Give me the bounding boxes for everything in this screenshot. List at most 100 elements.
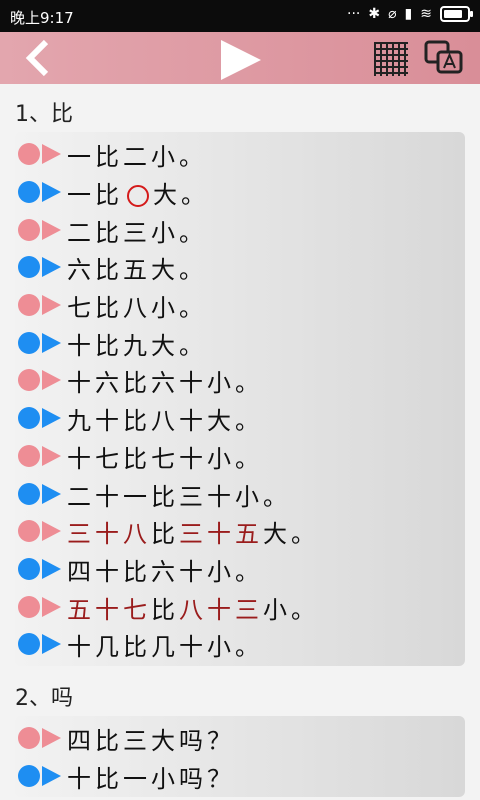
sentence-part: 大。 bbox=[153, 181, 209, 210]
status-time: 晚上9:17 bbox=[10, 9, 74, 27]
status-icons: ··· ✱ ⌀ ▮ ≋ bbox=[347, 6, 473, 22]
back-button[interactable] bbox=[20, 38, 60, 82]
sentence-row[interactable]: 七比八小。 bbox=[15, 287, 465, 325]
play-icon bbox=[42, 332, 61, 353]
status-bar: 晚上9:17 ··· ✱ ⌀ ▮ ≋ bbox=[0, 0, 480, 32]
sentence-play-button[interactable] bbox=[15, 136, 67, 173]
dot-icon bbox=[18, 764, 40, 787]
play-icon bbox=[42, 370, 61, 391]
play-icon bbox=[42, 408, 61, 429]
sentence-part: 十比一小吗？ bbox=[67, 764, 235, 793]
play-icon bbox=[42, 558, 61, 579]
sentence-text: 二十一比三十小。 bbox=[67, 477, 291, 512]
sentence-play-button[interactable] bbox=[15, 626, 67, 663]
play-icon bbox=[42, 765, 61, 786]
sentence-row[interactable]: 二十一比三十小。 bbox=[15, 475, 465, 513]
sentence-row[interactable]: 十七比七十小。 bbox=[15, 438, 465, 476]
sentence-play-button[interactable] bbox=[15, 476, 67, 513]
sentence-part: 比 bbox=[151, 520, 179, 549]
section-title: 1、比 bbox=[15, 102, 73, 127]
sentence-play-button[interactable] bbox=[15, 287, 67, 324]
sentence-text: 十比九大。 bbox=[67, 326, 207, 361]
sentence-text: 四十比六十小。 bbox=[67, 552, 263, 587]
sentence-part: 九十比八十大。 bbox=[67, 407, 263, 436]
sentence-part: 十六比六十小。 bbox=[67, 369, 263, 398]
sentence-part: 十七比七十小。 bbox=[67, 444, 263, 473]
sentence-row[interactable]: 十比九大。 bbox=[15, 324, 465, 362]
sentence-text: 一比 大。 bbox=[67, 175, 209, 210]
top-toolbar bbox=[0, 32, 480, 84]
sentence-play-button[interactable] bbox=[15, 589, 67, 626]
sentence-row[interactable]: 一比 大。 bbox=[15, 174, 465, 212]
sentence-text: 十比一小吗？ bbox=[67, 759, 235, 794]
sentence-play-button[interactable] bbox=[15, 325, 67, 362]
dot-icon bbox=[18, 633, 40, 656]
play-icon bbox=[42, 727, 61, 748]
sentence-row[interactable]: 六比五大。 bbox=[15, 249, 465, 287]
sentence-part: 三十八 bbox=[67, 520, 151, 549]
sentence-row[interactable]: 四比三大吗？ bbox=[15, 720, 465, 758]
grid-icon bbox=[374, 42, 408, 76]
dot-icon bbox=[18, 407, 40, 430]
sentence-part: 二比三小。 bbox=[67, 218, 207, 247]
dot-icon bbox=[18, 444, 40, 467]
section-title: 2、吗 bbox=[15, 685, 73, 711]
play-icon bbox=[42, 521, 61, 542]
sentence-part: 八十三 bbox=[179, 595, 263, 624]
dot-icon bbox=[18, 482, 40, 505]
sentence-card: 一比二小。一比 大。二比三小。六比五大。七比八小。十比九大。十六比六十小。 九十比八… bbox=[15, 132, 465, 666]
sentence-play-button[interactable] bbox=[15, 551, 67, 588]
play-icon bbox=[42, 295, 61, 316]
translate-icon bbox=[424, 40, 463, 74]
sentence-part: 小。 bbox=[263, 595, 319, 624]
sentence-play-button[interactable] bbox=[15, 174, 67, 211]
dot-icon bbox=[18, 143, 40, 166]
sentence-play-button[interactable] bbox=[15, 720, 67, 757]
bluetooth-icon: ✱ bbox=[368, 6, 381, 22]
dot-icon bbox=[18, 726, 40, 749]
grid-button[interactable] bbox=[372, 40, 410, 82]
sentence-row[interactable]: 四十比六十小。 bbox=[15, 551, 465, 589]
lesson-content: 1、比一比二小。一比 大。二比三小。六比五大。七比八小。十比九大。十六比六十小。九… bbox=[0, 84, 480, 800]
sentence-play-button[interactable] bbox=[15, 400, 67, 437]
sentence-part: 七比八小。 bbox=[67, 294, 207, 323]
play-icon bbox=[221, 40, 261, 80]
dot-icon bbox=[18, 369, 40, 392]
dot-icon bbox=[18, 294, 40, 317]
sentence-play-button[interactable] bbox=[15, 212, 67, 249]
sentence-part: 六比五大。 bbox=[67, 256, 207, 285]
sentence-play-button[interactable] bbox=[15, 513, 67, 550]
sentence-play-button[interactable] bbox=[15, 758, 67, 795]
sentence-play-button[interactable] bbox=[15, 438, 67, 475]
sentence-part: 一比 bbox=[67, 181, 123, 210]
sentence-row[interactable]: 三十八比三十五大。 bbox=[15, 513, 465, 551]
sentence-part: 比 bbox=[151, 595, 179, 624]
sentence-play-button[interactable] bbox=[15, 362, 67, 399]
sentence-text: 二比三小。 bbox=[67, 213, 207, 248]
play-icon bbox=[42, 634, 61, 655]
dot-icon bbox=[18, 595, 40, 618]
sentence-text: 五十七比八十三小。 bbox=[67, 590, 319, 625]
sentence-part: 二十一比三十小。 bbox=[67, 482, 291, 511]
sentence-part: 四比三大吗？ bbox=[67, 726, 235, 755]
sentence-row[interactable]: 十几比几十小。 bbox=[15, 626, 465, 664]
sentence-row[interactable]: 九十比八十大。 bbox=[15, 400, 465, 438]
play-button[interactable] bbox=[219, 40, 261, 84]
translate-button[interactable] bbox=[424, 40, 464, 80]
sentence-row[interactable]: 十比一小吗？ bbox=[15, 757, 465, 795]
sentence-part: 五十七 bbox=[67, 595, 151, 624]
chevron-left-icon bbox=[25, 39, 49, 77]
sentence-row[interactable]: 五十七比八十三小。 bbox=[15, 588, 465, 626]
sentence-play-button[interactable] bbox=[15, 249, 67, 286]
sentence-text: 六比五大。 bbox=[67, 250, 207, 285]
sentence-row[interactable]: 一比二小。 bbox=[15, 136, 465, 174]
dot-icon bbox=[18, 218, 40, 241]
sentence-text: 十几比几十小。 bbox=[67, 627, 263, 662]
sentence-text: 四比三大吗？ bbox=[67, 721, 235, 756]
dot-icon bbox=[18, 557, 40, 580]
sentence-row[interactable]: 十六比六十小。 bbox=[15, 362, 465, 400]
signal-icon: ▮ bbox=[404, 6, 413, 22]
sentence-row[interactable]: 二比三小。 bbox=[15, 211, 465, 249]
play-icon bbox=[42, 144, 61, 165]
